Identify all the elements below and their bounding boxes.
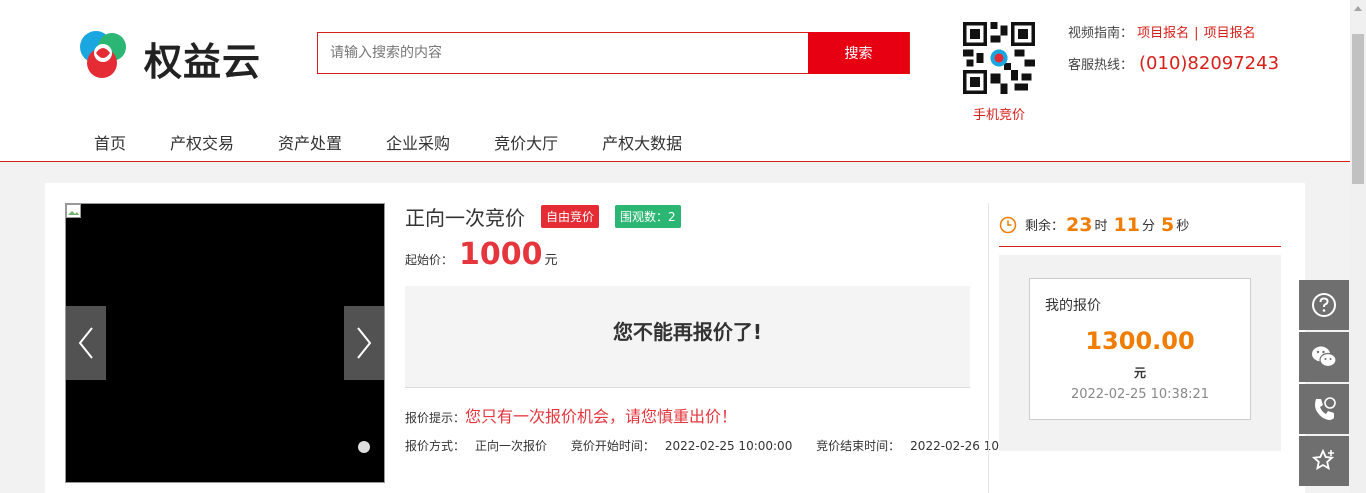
my-bid-label: 我的报价 — [1045, 298, 1101, 314]
my-bid-panel: 我的报价 1300.00 元 2022-02-25 10:38:21 — [999, 255, 1281, 451]
chevron-left-icon — [78, 327, 93, 359]
start-price-value: 1000 — [459, 237, 543, 272]
my-bid-value: 1300.00 — [1085, 327, 1195, 355]
bid-status-notice: 您不能再报价了! — [405, 286, 970, 388]
column-divider — [988, 203, 989, 493]
clock-icon — [999, 216, 1017, 233]
bid-status-text: 您不能再报价了! — [612, 320, 763, 344]
page-scrollbar[interactable] — [1350, 0, 1366, 493]
contact-info: 视频指南： 项目报名 | 项目报名 客服热线： (010)82097243 — [1068, 24, 1279, 84]
scroll-thumb[interactable] — [1352, 34, 1364, 184]
image-carousel — [65, 203, 385, 483]
bid-method-label: 报价方式： — [405, 439, 466, 453]
qr-code-icon — [963, 22, 1035, 94]
nav-item-procurement[interactable]: 企业采购 — [386, 130, 450, 154]
search-bar: 搜索 — [317, 32, 910, 74]
hotline-number: (010)82097243 — [1139, 53, 1280, 74]
carousel-next-button[interactable] — [344, 306, 384, 380]
nav-item-asset-disposal[interactable]: 资产处置 — [278, 130, 342, 154]
start-time-value: 2022-02-25 10:00:00 — [664, 439, 793, 453]
help-button[interactable] — [1299, 280, 1349, 330]
broken-image-icon — [66, 204, 81, 218]
carousel-prev-button[interactable] — [66, 306, 106, 380]
carousel-indicator-dot[interactable] — [358, 441, 370, 453]
chevron-right-icon — [357, 327, 372, 359]
start-price-label: 起始价： — [405, 253, 454, 267]
countdown-hours-unit: 时 — [1094, 219, 1108, 234]
bid-method-value: 正向一次报价 — [475, 439, 548, 453]
wechat-icon — [1312, 346, 1337, 368]
end-time-label: 竞价结束时间： — [816, 439, 901, 453]
bid-tip-text: 您只有一次报价机会，请您慎重出价！ — [465, 407, 738, 426]
main-nav: 首页 产权交易 资产处置 企业采购 竞价大厅 产权大数据 — [94, 130, 726, 154]
my-bid-card: 我的报价 1300.00 元 2022-02-25 10:38:21 — [1029, 278, 1251, 420]
help-icon — [1312, 293, 1336, 317]
bid-tip-label: 报价提示： — [405, 411, 466, 425]
link-separator: | — [1194, 26, 1199, 41]
swirl-logo-icon — [80, 31, 126, 78]
auction-type-badge: 自由竞价 — [541, 204, 600, 228]
countdown-seconds: 5 — [1160, 213, 1175, 236]
watch-count-badge: 围观数：2 — [615, 204, 681, 228]
brand-name: 权益云 — [144, 40, 262, 84]
auction-info: 正向一次竞价 自由竞价 围观数：2 起始价： 1000 元 您不能再报价了! 报… — [405, 203, 1038, 454]
nav-item-property-trading[interactable]: 产权交易 — [170, 130, 234, 154]
my-bid-time: 2022-02-25 10:38:21 — [1070, 387, 1210, 402]
countdown-minutes-unit: 分 — [1141, 219, 1155, 234]
countdown-hours: 23 — [1066, 213, 1093, 236]
phone-button[interactable] — [1299, 384, 1349, 434]
watch-count-label: 围观数： — [620, 209, 669, 224]
favorite-star-icon — [1311, 448, 1335, 471]
auction-title: 正向一次竞价 — [405, 205, 525, 230]
watch-count-value: 2 — [668, 209, 676, 224]
wechat-button[interactable] — [1299, 332, 1349, 382]
search-button[interactable]: 搜索 — [808, 32, 909, 74]
brand-logo[interactable]: 权益云 — [74, 25, 274, 85]
video-guide-label: 视频指南： — [1068, 26, 1134, 41]
floating-toolbar — [1299, 280, 1349, 488]
project-signup-link-1[interactable]: 项目报名 — [1137, 26, 1189, 41]
scroll-up-arrow[interactable] — [1354, 6, 1362, 11]
search-input[interactable] — [318, 33, 810, 73]
auction-meta: 报价方式： 正向一次报价 竞价开始时间： 2022-02-25 10:00:00 竞… — [405, 437, 1038, 454]
auction-panel: 正向一次竞价 自由竞价 围观数：2 起始价： 1000 元 您不能再报价了! 报… — [45, 183, 1305, 493]
nav-item-bidding-hall[interactable]: 竞价大厅 — [494, 130, 558, 154]
phone-icon — [1315, 397, 1336, 420]
start-price-unit: 元 — [544, 253, 558, 268]
project-signup-link-2[interactable]: 项目报名 — [1204, 26, 1256, 41]
nav-item-big-data[interactable]: 产权大数据 — [602, 130, 682, 154]
mobile-bidding-label[interactable]: 手机竞价 — [958, 104, 1040, 123]
start-time-label: 竞价开始时间： — [570, 439, 655, 453]
countdown-label: 剩余： — [1025, 219, 1065, 234]
site-header: 权益云 搜索 手机竞价 视频指南： 项目报名 | 项目报名 客服热线： (010)82… — [0, 0, 1350, 162]
hotline-label: 客服热线： — [1068, 58, 1134, 73]
favorite-button[interactable] — [1299, 436, 1349, 486]
my-bid-unit: 元 — [1133, 366, 1146, 380]
nav-item-home[interactable]: 首页 — [94, 130, 126, 154]
countdown-minutes: 11 — [1113, 213, 1140, 236]
countdown-seconds-unit: 秒 — [1176, 219, 1190, 234]
countdown-timer: 剩余： 23 时 11 分 5 秒 — [999, 203, 1281, 247]
